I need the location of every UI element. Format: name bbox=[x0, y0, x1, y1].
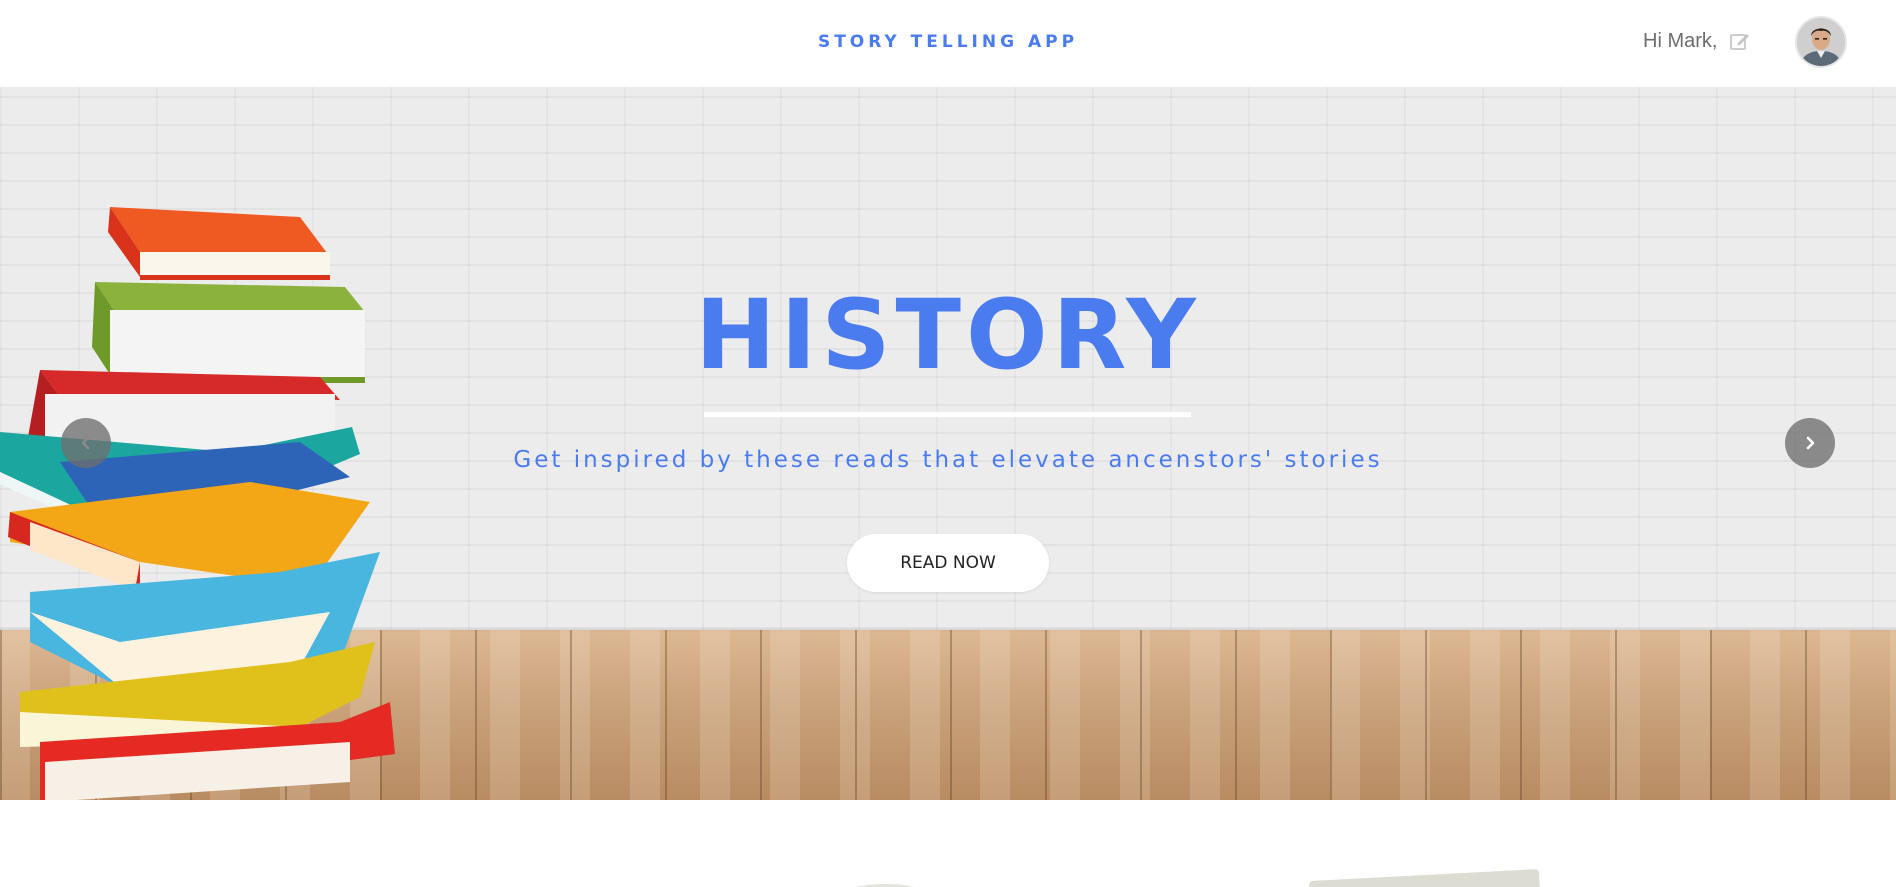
chevron-left-icon bbox=[81, 436, 90, 450]
chevron-right-icon bbox=[1806, 436, 1815, 450]
hero-carousel: HISTORY Get inspired by these reads that… bbox=[0, 87, 1896, 800]
app-brand-title[interactable]: STORY TELLING APP bbox=[0, 32, 1896, 52]
card-preview bbox=[1309, 869, 1541, 887]
user-greeting: Hi Mark, bbox=[1643, 30, 1718, 52]
read-now-button[interactable]: READ NOW bbox=[847, 534, 1049, 592]
top-header: STORY TELLING APP Hi Mark, bbox=[0, 0, 1896, 87]
edit-icon[interactable] bbox=[1729, 30, 1751, 52]
slide-subtitle: Get inspired by these reads that elevate… bbox=[513, 447, 1383, 473]
carousel-next-button[interactable] bbox=[1785, 418, 1835, 468]
carousel-prev-button[interactable] bbox=[61, 418, 111, 468]
slide-title: HISTORY bbox=[695, 279, 1201, 391]
user-avatar[interactable] bbox=[1795, 16, 1847, 68]
content-section bbox=[0, 800, 1896, 887]
title-underline bbox=[704, 412, 1191, 417]
